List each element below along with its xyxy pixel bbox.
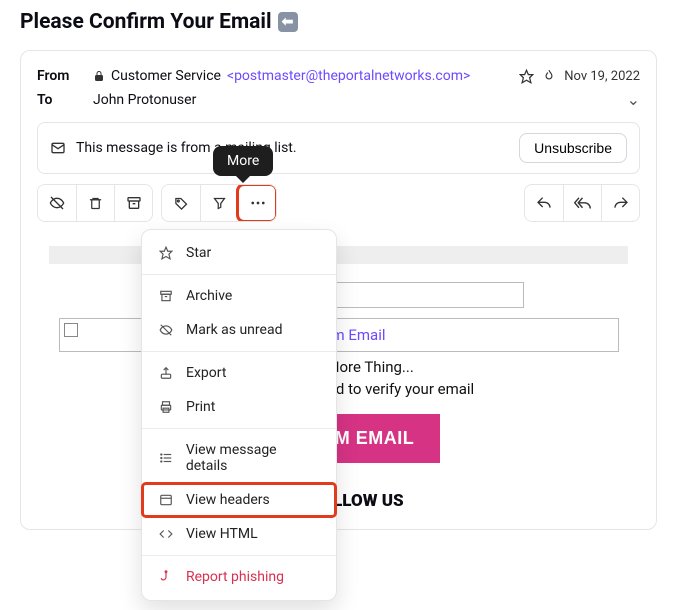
menu-phishing-label: Report phishing <box>186 569 284 585</box>
menu-mark-unread[interactable]: Mark as unread <box>142 313 336 347</box>
trash-icon[interactable] <box>76 185 114 221</box>
archive-icon[interactable] <box>114 185 152 221</box>
menu-export-label: Export <box>186 365 226 381</box>
menu-star[interactable]: Star <box>142 236 336 270</box>
menu-separator <box>142 428 336 429</box>
body-divider <box>49 246 628 264</box>
reply-all-icon[interactable] <box>563 185 601 221</box>
menu-details-label: View message details <box>186 442 320 474</box>
email-card: From Customer Service <postmaster@thepor… <box>20 50 657 530</box>
unread-icon[interactable] <box>38 185 76 221</box>
menu-view-details[interactable]: View message details <box>142 433 336 483</box>
eye-slash-icon <box>158 323 174 337</box>
code-icon <box>158 527 174 541</box>
more-tooltip: More <box>213 146 273 176</box>
menu-report-phishing[interactable]: Report phishing <box>142 560 336 594</box>
sender-name: Customer Service <box>111 68 221 84</box>
from-row: From Customer Service <postmaster@thepor… <box>37 65 640 87</box>
page-title-text: Please Confirm Your Email <box>20 10 272 34</box>
menu-archive[interactable]: Archive <box>142 279 336 313</box>
forward-icon[interactable] <box>601 185 639 221</box>
archive-box-icon <box>158 289 174 303</box>
menu-separator <box>142 351 336 352</box>
from-label: From <box>37 68 93 84</box>
hook-icon <box>158 570 174 584</box>
recipient-name: John Protonuser <box>93 92 196 108</box>
menu-star-label: Star <box>186 245 211 261</box>
more-button[interactable] <box>238 185 276 221</box>
menu-archive-label: Archive <box>186 288 232 304</box>
email-date: Nov 19, 2022 <box>564 69 640 84</box>
to-label: To <box>37 92 93 108</box>
mailing-list-banner: This message is from a mailing list. Uns… <box>37 122 640 174</box>
menu-export[interactable]: Export <box>142 356 336 390</box>
menu-print-label: Print <box>186 399 215 415</box>
menu-view-headers[interactable]: View headers <box>142 483 336 517</box>
body-line-2: Please take a second to verify your emai… <box>49 380 628 398</box>
window-icon <box>158 493 174 507</box>
menu-separator <box>142 274 336 275</box>
back-arrow-icon: ⬅ <box>278 12 298 32</box>
lock-icon <box>93 70 105 82</box>
envelope-icon <box>50 140 66 156</box>
star-outline-icon <box>158 246 174 260</box>
more-menu: Star Archive Mark as unread Export Print… <box>141 229 337 601</box>
export-icon <box>158 366 174 380</box>
menu-headers-label: View headers <box>186 492 270 508</box>
toolbar <box>37 184 640 222</box>
body-line-1: Just One More Thing... <box>49 358 628 376</box>
follow-us-heading: AND FOLLOW US <box>49 491 628 511</box>
reply-icon[interactable] <box>525 185 563 221</box>
to-row: To John Protonuser ⌄ <box>37 87 640 112</box>
chevron-down-icon[interactable]: ⌄ <box>627 90 640 109</box>
print-icon <box>158 400 174 414</box>
flame-icon[interactable] <box>542 69 556 83</box>
tag-icon[interactable] <box>162 185 200 221</box>
unsubscribe-button[interactable]: Unsubscribe <box>519 133 627 163</box>
menu-separator <box>142 555 336 556</box>
menu-print[interactable]: Print <box>142 390 336 424</box>
menu-html-label: View HTML <box>186 526 258 542</box>
filter-icon[interactable] <box>200 185 238 221</box>
star-icon[interactable] <box>519 69 534 84</box>
email-body: Logo Confirm Email Just One More Thing..… <box>37 222 640 511</box>
list-icon <box>158 451 174 465</box>
page-title: Please Confirm Your Email ⬅ <box>20 10 657 34</box>
broken-image-icon <box>64 323 78 337</box>
menu-view-html[interactable]: View HTML <box>142 517 336 551</box>
menu-unread-label: Mark as unread <box>186 322 282 338</box>
sender-email[interactable]: <postmaster@theportalnetworks.com> <box>227 68 470 84</box>
